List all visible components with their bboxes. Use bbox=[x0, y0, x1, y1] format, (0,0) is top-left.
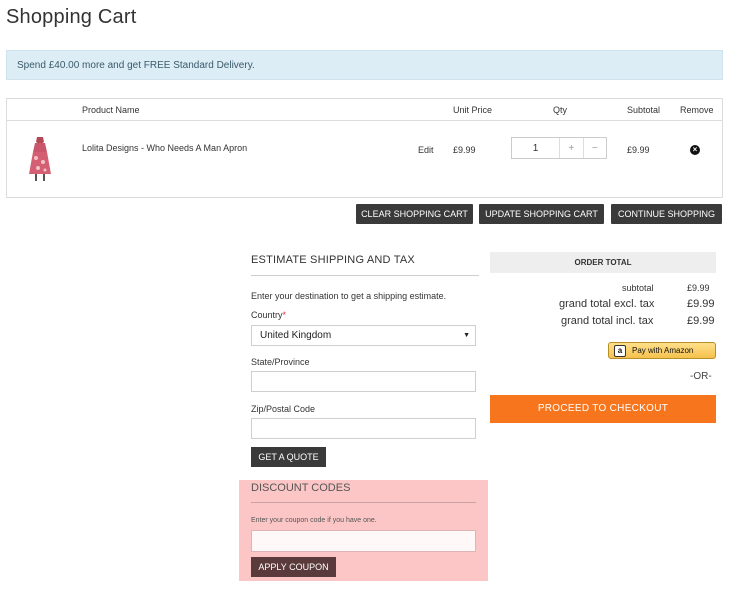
product-name-link[interactable]: Lolita Designs - Who Needs A Man Apron bbox=[82, 143, 247, 153]
shipping-intro: Enter your destination to get a shipping… bbox=[251, 291, 447, 301]
discount-section-title: DISCOUNT CODES bbox=[251, 482, 351, 494]
country-select[interactable]: United Kingdom ▼ bbox=[251, 325, 476, 346]
cart-table-header: Product Name Unit Price Qty Subtotal Rem… bbox=[7, 99, 722, 121]
amazon-icon: a bbox=[614, 344, 626, 357]
discount-divider bbox=[251, 502, 476, 503]
discount-hint: Enter your coupon code if you have one. bbox=[251, 517, 377, 524]
quantity-stepper: + − bbox=[511, 137, 607, 159]
get-quote-button[interactable]: GET A QUOTE bbox=[251, 447, 326, 467]
remove-item-icon[interactable]: × bbox=[690, 145, 700, 155]
header-product-name: Product Name bbox=[82, 105, 140, 115]
page-title: Shopping Cart bbox=[6, 6, 137, 28]
shipping-divider bbox=[251, 275, 479, 276]
quantity-increase-button[interactable]: + bbox=[560, 138, 583, 158]
subtotal-value: £9.99 bbox=[687, 283, 710, 293]
unit-price: £9.99 bbox=[453, 145, 476, 155]
quantity-decrease-button[interactable]: − bbox=[582, 138, 607, 158]
state-label: State/Province bbox=[251, 357, 310, 367]
amazon-button-label: Pay with Amazon bbox=[632, 346, 694, 355]
quantity-input[interactable] bbox=[512, 138, 560, 158]
country-select-value: United Kingdom bbox=[260, 330, 332, 341]
continue-shopping-button[interactable]: CONTINUE SHOPPING bbox=[611, 204, 722, 224]
proceed-to-checkout-button[interactable]: PROCEED TO CHECKOUT bbox=[490, 395, 716, 423]
clear-cart-button[interactable]: CLEAR SHOPPING CART bbox=[356, 204, 473, 224]
coupon-code-input[interactable] bbox=[251, 530, 476, 552]
chevron-down-icon: ▼ bbox=[463, 332, 470, 339]
header-subtotal: Subtotal bbox=[627, 105, 661, 115]
grand-total-incl-value: £9.99 bbox=[687, 315, 715, 327]
header-unit-price: Unit Price bbox=[453, 105, 493, 115]
order-total-title: ORDER TOTAL bbox=[490, 252, 716, 273]
free-delivery-notice: Spend £40.00 more and get FREE Standard … bbox=[6, 50, 723, 80]
state-input[interactable] bbox=[251, 371, 476, 392]
cart-table: Product Name Unit Price Qty Subtotal Rem… bbox=[6, 98, 723, 198]
grand-total-excl-label: grand total excl. tax bbox=[559, 298, 655, 310]
product-thumbnail[interactable] bbox=[27, 136, 53, 182]
update-cart-button[interactable]: UPDATE SHOPPING CART bbox=[479, 204, 604, 224]
apply-coupon-button[interactable]: APPLY COUPON bbox=[251, 557, 336, 577]
zip-label: Zip/Postal Code bbox=[251, 404, 316, 414]
grand-total-incl-label: grand total incl. tax bbox=[561, 315, 654, 327]
edit-item-link[interactable]: Edit bbox=[418, 145, 434, 155]
header-qty: Qty bbox=[553, 105, 568, 115]
discount-codes-panel: DISCOUNT CODES Enter your coupon code if… bbox=[239, 480, 488, 581]
shipping-section-title: ESTIMATE SHIPPING AND TAX bbox=[251, 254, 415, 266]
cart-row: Lolita Designs - Who Needs A Man Apron E… bbox=[7, 121, 722, 198]
pay-with-amazon-button[interactable]: a Pay with Amazon bbox=[608, 342, 716, 359]
zip-input[interactable] bbox=[251, 418, 476, 439]
country-label: Country* bbox=[251, 310, 287, 320]
required-mark: * bbox=[282, 310, 287, 320]
or-divider-text: -OR- bbox=[690, 371, 712, 382]
row-subtotal: £9.99 bbox=[627, 145, 650, 155]
grand-total-excl-value: £9.99 bbox=[687, 298, 715, 310]
header-remove: Remove bbox=[680, 105, 714, 115]
subtotal-label: subtotal bbox=[622, 283, 654, 293]
